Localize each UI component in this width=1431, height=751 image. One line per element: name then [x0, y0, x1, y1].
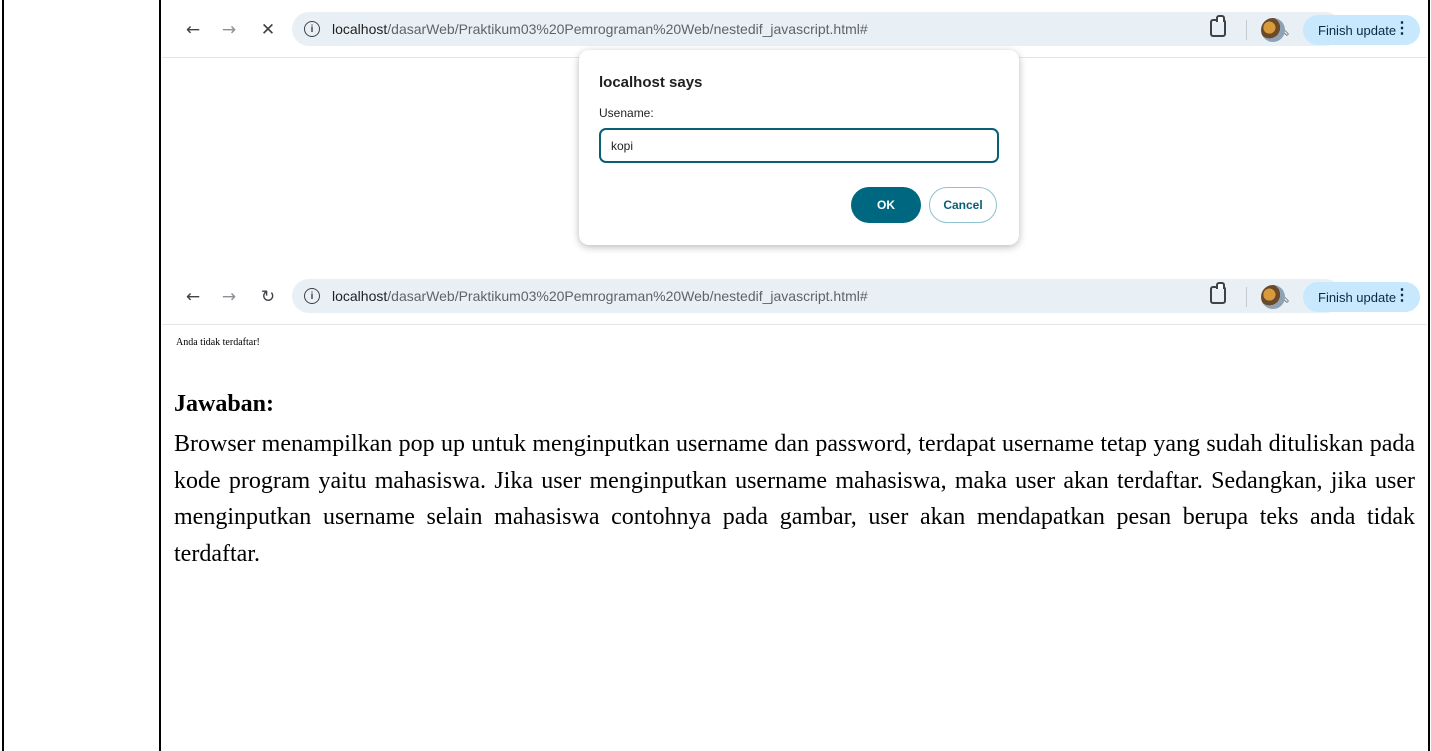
info-icon[interactable]: i [304, 288, 320, 304]
back-arrow-icon[interactable]: ← [179, 283, 207, 311]
answer-body: Browser menampilkan pop up untuk menginp… [174, 431, 1415, 567]
url-text[interactable]: localhost/dasarWeb/Praktikum03%20Pemrogr… [332, 21, 868, 37]
table-border-right [1428, 0, 1430, 751]
forward-arrow-icon[interactable]: → [215, 283, 243, 311]
finish-update-button[interactable]: Finish update ⋮ [1303, 15, 1420, 45]
extensions-icon[interactable] [1210, 282, 1226, 304]
page-message: Anda tidak terdaftar! [176, 337, 260, 348]
forward-arrow-icon[interactable]: → [215, 16, 243, 44]
finish-update-label: Finish update [1318, 22, 1397, 38]
table-border-middle [159, 0, 161, 751]
dialog-title: localhost says [599, 74, 703, 91]
username-input[interactable] [599, 128, 999, 163]
toolbar-separator [1246, 287, 1247, 307]
profile-avatar[interactable] [1261, 18, 1285, 42]
browser-screenshot-prompt: ← → ✕ i localhost/dasarWeb/Praktikum03%2… [162, 2, 1427, 256]
address-bar[interactable]: i localhost/dasarWeb/Praktikum03%20Pemro… [292, 12, 1342, 46]
toolbar-separator [1246, 20, 1247, 40]
url-path: /dasarWeb/Praktikum03%20Pemrograman%20We… [387, 21, 868, 37]
reload-icon[interactable]: ↻ [254, 283, 282, 311]
back-arrow-icon[interactable]: ← [179, 16, 207, 44]
finish-update-button[interactable]: Finish update ⋮ [1303, 282, 1420, 312]
prompt-dialog: localhost says Usename: OK Cancel [579, 50, 1019, 245]
finish-update-label: Finish update [1318, 289, 1397, 305]
dialog-label: Usename: [599, 106, 654, 120]
table-border-left [2, 0, 4, 751]
more-menu-icon[interactable]: ⋮ [1394, 288, 1410, 304]
close-icon[interactable]: ✕ [254, 16, 282, 44]
ok-button[interactable]: OK [851, 187, 921, 223]
profile-avatar[interactable] [1261, 285, 1285, 309]
browser-screenshot-result: ← → ↻ i localhost/dasarWeb/Praktikum03%2… [162, 269, 1427, 357]
cancel-button[interactable]: Cancel [929, 187, 997, 223]
extensions-icon[interactable] [1210, 15, 1226, 37]
url-text[interactable]: localhost/dasarWeb/Praktikum03%20Pemrogr… [332, 288, 868, 304]
url-path: /dasarWeb/Praktikum03%20Pemrograman%20We… [387, 288, 868, 304]
answer-heading: Jawaban: [174, 391, 275, 417]
address-bar[interactable]: i localhost/dasarWeb/Praktikum03%20Pemro… [292, 279, 1342, 313]
info-icon[interactable]: i [304, 21, 320, 37]
url-host: localhost [332, 288, 388, 304]
url-host: localhost [332, 21, 388, 37]
more-menu-icon[interactable]: ⋮ [1394, 21, 1410, 37]
browser-toolbar: ← → ↻ i localhost/dasarWeb/Praktikum03%2… [162, 269, 1427, 325]
